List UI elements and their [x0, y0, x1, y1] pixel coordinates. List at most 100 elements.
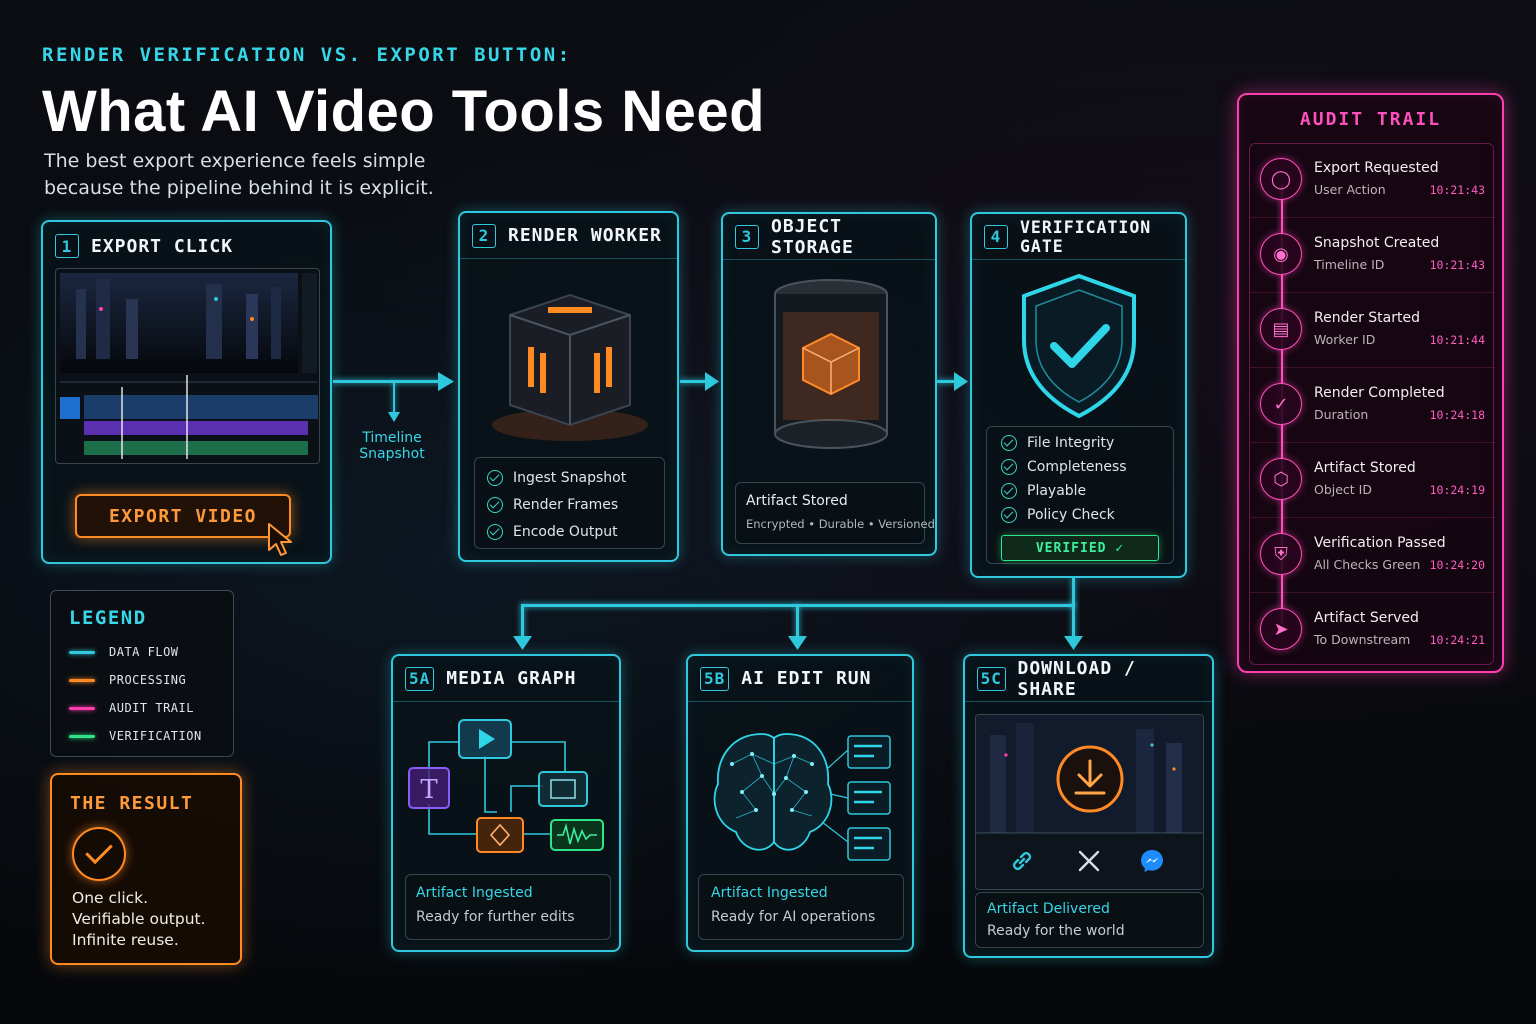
audit-trail-panel: AUDIT TRAIL ◯ Export Requested User Acti…: [1237, 93, 1504, 673]
render-server-icon: [492, 293, 648, 441]
check-circle-icon: [1001, 435, 1017, 451]
legend-item: PROCESSING: [69, 673, 186, 687]
step-export-click-card: 1 EXPORT CLICK EXPORT VIDEO: [41, 220, 332, 564]
check-circle-icon: [1001, 483, 1017, 499]
step-number-badge: 5C: [977, 666, 1006, 691]
audit-item: ◯ Export Requested User Action 10:21:43: [1250, 144, 1495, 218]
arrow-down-icon: [1064, 636, 1083, 650]
audit-item-label: Render Started: [1314, 310, 1420, 326]
server-icon: ▤: [1260, 308, 1302, 350]
verified-badge: VERIFIED ✓: [1001, 535, 1159, 561]
step-render-worker-card: 2 RENDER WORKER Ingest Snapshot Render F…: [458, 211, 679, 562]
messenger-icon[interactable]: [1139, 848, 1165, 874]
check-label: Playable: [1027, 483, 1087, 499]
check-item: Policy Check: [1001, 503, 1159, 527]
arrow-2-3: [680, 380, 708, 383]
media-graph-status-box: Artifact Ingested Ready for further edit…: [405, 874, 611, 940]
audit-item-time: 10:21:43: [1429, 183, 1485, 197]
mouse-cursor-icon: [268, 523, 292, 556]
branch-vertical: [1072, 578, 1075, 606]
storage-status-label: Artifact Stored: [746, 493, 848, 509]
audit-item-label: Snapshot Created: [1314, 235, 1440, 251]
ai-brain-icon: [713, 733, 891, 861]
link-icon[interactable]: [1009, 848, 1035, 874]
audit-item-label: Verification Passed: [1314, 535, 1446, 551]
legend-title: LEGEND: [69, 607, 147, 629]
check-item: Playable: [1001, 479, 1159, 503]
audit-item-sub: Duration: [1314, 407, 1369, 422]
audit-item: ⬡ Artifact Stored Object ID 10:24:19: [1250, 444, 1495, 518]
x-twitter-icon[interactable]: [1077, 849, 1101, 873]
audit-item-label: Artifact Served: [1314, 610, 1419, 626]
step-number-badge: 2: [472, 223, 496, 248]
audit-item-time: 10:24:21: [1429, 633, 1485, 647]
audit-item-label: Render Completed: [1314, 385, 1445, 401]
arrow-down-icon: [513, 636, 532, 650]
audit-item-sub: Worker ID: [1314, 332, 1376, 347]
check-circle-icon: [487, 496, 503, 513]
step-title: VERIFICATION GATE: [1020, 217, 1152, 256]
legend-item: DATA FLOW: [69, 645, 179, 659]
check-item: Render Frames: [487, 491, 652, 518]
arrow-head-icon: [954, 372, 968, 391]
shield-check-icon: [1022, 273, 1136, 419]
step-verification-gate-card: 4 VERIFICATION GATE File Integrity Compl…: [970, 212, 1187, 578]
kicker-text: RENDER VERIFICATION VS. EXPORT BUTTON:: [42, 44, 572, 66]
page-subtitle: The best export experience feels simple …: [44, 150, 434, 199]
step-title: OBJECT STORAGE: [771, 215, 854, 258]
check-label: File Integrity: [1027, 435, 1115, 451]
audit-item: ⛨ Verification Passed All Checks Green 1…: [1250, 519, 1495, 593]
branch-5b: [796, 604, 799, 640]
audit-item-sub: Object ID: [1314, 482, 1372, 497]
legend-swatch: [69, 678, 95, 682]
check-item: Ingest Snapshot: [487, 464, 652, 491]
legend-label: DATA FLOW: [109, 645, 179, 659]
export-video-button[interactable]: EXPORT VIDEO: [75, 494, 291, 538]
check-label: Ingest Snapshot: [513, 469, 627, 486]
audit-item-label: Artifact Stored: [1314, 460, 1416, 476]
check-label: Render Frames: [513, 496, 619, 513]
download-status-box: Artifact Delivered Ready for the world: [975, 892, 1204, 948]
legend-panel: LEGEND DATA FLOW PROCESSING AUDIT TRAIL …: [50, 590, 234, 757]
legend-item: VERIFICATION: [69, 729, 202, 743]
cube-icon: ⬡: [1260, 458, 1302, 500]
check-circle-icon: [72, 827, 126, 881]
step-title: MEDIA GRAPH: [446, 668, 577, 689]
audit-item-sub: To Downstream: [1314, 632, 1411, 647]
arrow-1-2: [333, 380, 441, 383]
arrow-snapshot-branch: [393, 381, 395, 415]
check-circle-icon: [487, 469, 503, 486]
step-number-badge: 5B: [700, 666, 730, 691]
step-title: EXPORT CLICK: [91, 235, 234, 257]
check-circle-icon: [1001, 459, 1017, 475]
verification-checklist: File Integrity Completeness Playable Pol…: [986, 426, 1174, 564]
check-label: Policy Check: [1027, 507, 1115, 523]
audit-item-time: 10:24:19: [1429, 483, 1485, 497]
branch-5a: [521, 604, 524, 640]
check-label: Encode Output: [513, 523, 618, 540]
storage-status-box: Artifact Stored Encrypted • Durable • Ve…: [735, 482, 935, 544]
arrow-down-icon: [788, 636, 807, 650]
step-number-badge: 4: [984, 224, 1008, 249]
editor-mockup-image: [60, 273, 318, 459]
audit-item: ✓ Render Completed Duration 10:24:18: [1250, 369, 1495, 443]
audit-item-sub: Timeline ID: [1314, 257, 1385, 272]
step-title: RENDER WORKER: [508, 225, 662, 246]
step-object-storage-card: 3 OBJECT STORAGE Artifact Stored Encrypt…: [721, 212, 937, 556]
audit-item-sub: User Action: [1314, 182, 1386, 197]
legend-label: PROCESSING: [109, 673, 187, 687]
legend-swatch: [69, 650, 95, 654]
result-title: THE RESULT: [70, 793, 194, 814]
storage-cylinder-icon: [774, 279, 888, 449]
shield-check-icon: ⛨: [1260, 533, 1302, 575]
check-item: File Integrity: [1001, 431, 1159, 455]
audit-item-sub: All Checks Green: [1314, 557, 1421, 572]
audit-title: AUDIT TRAIL: [1299, 109, 1442, 130]
audit-item-time: 10:21:44: [1429, 333, 1485, 347]
audit-item-label: Export Requested: [1314, 160, 1439, 176]
branch-5c: [1072, 604, 1075, 640]
check-label: Completeness: [1027, 459, 1127, 475]
legend-swatch: [69, 706, 95, 710]
page-title: What AI Video Tools Need: [42, 79, 766, 144]
status-detail: Ready for AI operations: [711, 909, 876, 925]
